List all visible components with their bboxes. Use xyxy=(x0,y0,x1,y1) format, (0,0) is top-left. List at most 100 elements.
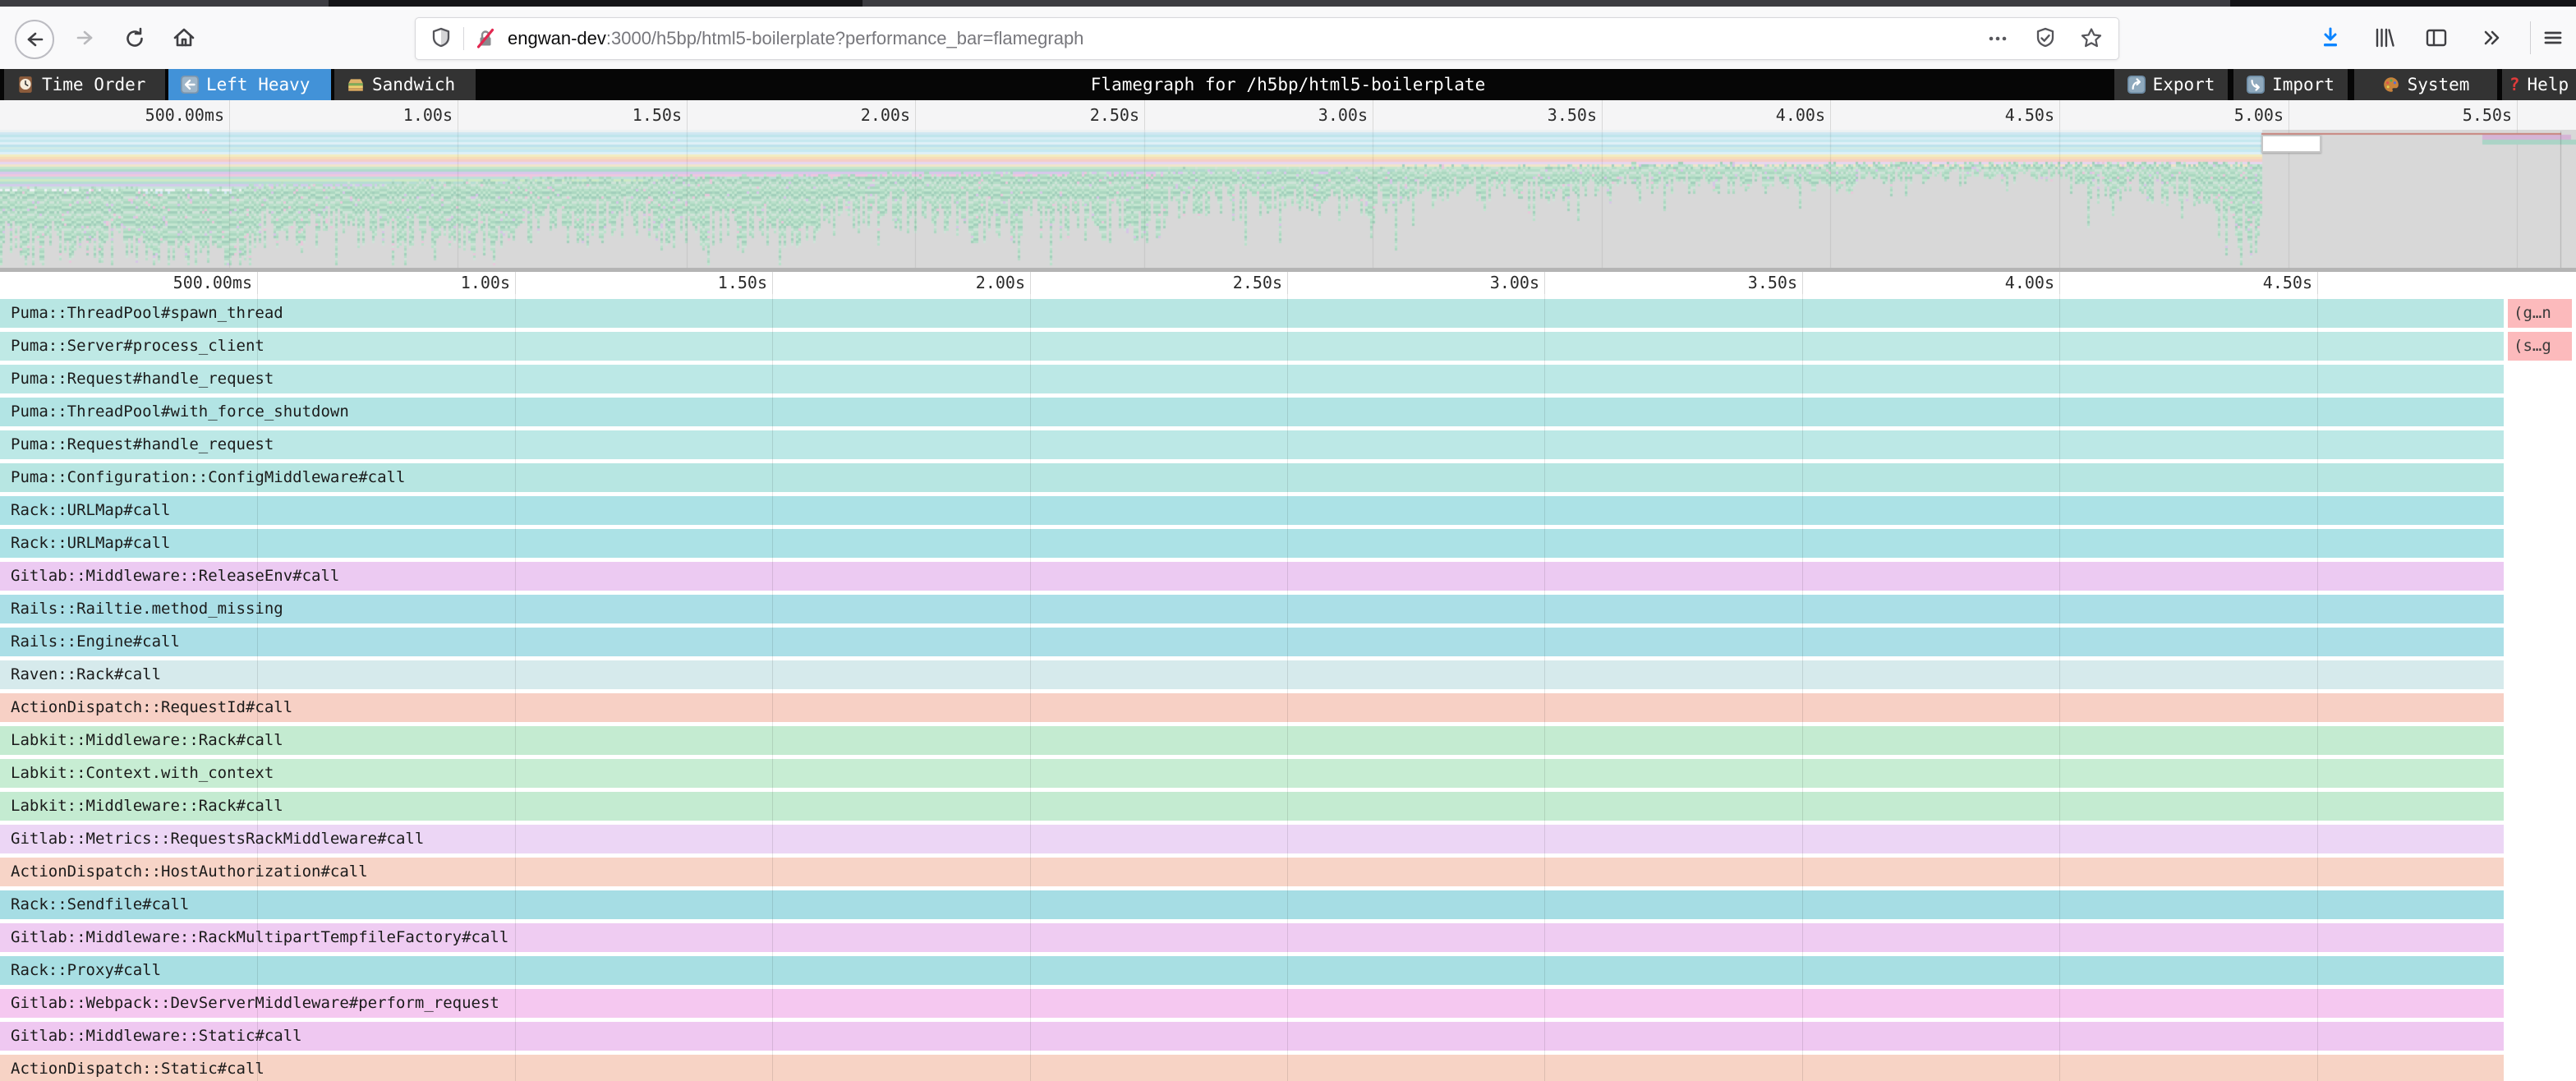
flame-frame[interactable]: Labkit::Middleware::Rack#call xyxy=(0,726,2504,755)
flame-frame[interactable]: Puma::Configuration::ConfigMiddleware#ca… xyxy=(0,463,2504,492)
flame-frame-label: Rails::Engine#call xyxy=(0,632,180,651)
flame-frame[interactable]: Puma::Server#process_client xyxy=(0,332,2504,361)
system-theme-button[interactable]: System xyxy=(2354,69,2497,100)
export-icon xyxy=(2128,76,2146,94)
ruler-tick-line xyxy=(2317,272,2318,294)
overflow-menu-button[interactable] xyxy=(2472,20,2509,56)
flame-frame-label: Gitlab::Middleware::RackMultipartTempfil… xyxy=(0,928,508,946)
ruler-tick-label: 3.00s xyxy=(1359,272,1539,294)
main-ruler: 500.00ms1.00s1.50s2.00s2.50s3.00s3.50s4.… xyxy=(0,272,2576,294)
page-title: Flamegraph for /h5bp/html5-boilerplate xyxy=(1091,69,1485,100)
ruler-tick-line xyxy=(1030,272,1031,294)
flame-frame[interactable]: Labkit::Context.with_context xyxy=(0,759,2504,788)
export-button[interactable]: Export xyxy=(2114,69,2228,100)
ruler-tick-line xyxy=(1802,272,1803,294)
flame-frame-label: Gitlab::Webpack::DevServerMiddleware#per… xyxy=(0,994,499,1012)
flame-frame-gc[interactable]: (s…g xyxy=(2508,332,2572,361)
ruler-tick-label: 1.00s xyxy=(329,272,510,294)
flame-frame-gc[interactable]: (g…n xyxy=(2508,299,2572,328)
page-actions-icon[interactable] xyxy=(1985,26,2010,51)
flame-frame[interactable]: Rack::URLMap#call xyxy=(0,496,2504,525)
minimap-viewport[interactable] xyxy=(2261,135,2321,153)
ruler-tick-label: 1.50s xyxy=(501,100,682,130)
flame-frame[interactable]: Raven::Rack#call xyxy=(0,660,2504,689)
flame-frame[interactable]: ActionDispatch::Static#call xyxy=(0,1055,2504,1081)
flame-frame-label: ActionDispatch::Static#call xyxy=(0,1060,264,1078)
help-button[interactable]: ? Help xyxy=(2502,69,2576,100)
ruler-tick-line xyxy=(915,100,916,130)
download-icon xyxy=(2318,25,2343,50)
flame-row: Puma::ThreadPool#with_force_shutdown xyxy=(0,398,2576,426)
ruler-tick-label: 500.00ms xyxy=(71,272,252,294)
ruler-tick-label: 5.50s xyxy=(2331,100,2512,130)
insecure-lock-icon[interactable] xyxy=(473,26,498,51)
minimap[interactable] xyxy=(0,130,2576,268)
flame-frame[interactable]: Gitlab::Middleware::Static#call xyxy=(0,1022,2504,1051)
palette-icon xyxy=(2382,76,2400,94)
ruler-tick-line xyxy=(1830,100,1831,130)
flame-frame[interactable]: Rails::Engine#call xyxy=(0,628,2504,656)
ruler-tick-label: 4.50s xyxy=(1874,100,2054,130)
sidebar-icon xyxy=(2424,25,2449,50)
flame-frame[interactable]: Puma::ThreadPool#with_force_shutdown xyxy=(0,398,2504,426)
import-button[interactable]: Import xyxy=(2233,69,2348,100)
flame-frame-label: Puma::Configuration::ConfigMiddleware#ca… xyxy=(0,468,405,486)
flame-frame[interactable]: Rack::Sendfile#call xyxy=(0,890,2504,919)
flame-frame-label: Gitlab::Metrics::RequestsRackMiddleware#… xyxy=(0,830,424,848)
url-host: engwan-dev xyxy=(508,28,606,48)
tab-label: Sandwich xyxy=(372,75,455,94)
flame-frame[interactable]: Gitlab::Metrics::RequestsRackMiddleware#… xyxy=(0,825,2504,853)
flame-frame[interactable]: Labkit::Middleware::Rack#call xyxy=(0,792,2504,821)
reload-button[interactable] xyxy=(117,20,153,56)
flame-row: Puma::Server#process_client (s…g xyxy=(0,332,2576,361)
left-arrow-icon xyxy=(181,76,199,94)
flame-row: Gitlab::Webpack::DevServerMiddleware#per… xyxy=(0,989,2576,1018)
url-path: :3000/h5bp/html5-boilerplate?performance… xyxy=(606,28,1084,48)
ruler-tick-line xyxy=(687,100,688,130)
clock-icon xyxy=(16,76,34,94)
flame-frame[interactable]: ActionDispatch::HostAuthorization#call xyxy=(0,858,2504,886)
tracking-shield-icon[interactable] xyxy=(429,26,453,51)
flame-frame[interactable]: Puma::Request#handle_request xyxy=(0,365,2504,393)
tab-sandwich[interactable]: Sandwich xyxy=(334,69,476,100)
flame-frame[interactable]: Rack::URLMap#call xyxy=(0,529,2504,558)
flame-row: Raven::Rack#call xyxy=(0,660,2576,689)
flame-frame[interactable]: Rails::Railtie.method_missing xyxy=(0,595,2504,623)
library-button[interactable] xyxy=(2366,20,2402,56)
flame-frame[interactable]: Rack::Proxy#call xyxy=(0,956,2504,985)
flame-frame[interactable]: Puma::Request#handle_request xyxy=(0,430,2504,459)
flame-row: ActionDispatch::HostAuthorization#call xyxy=(0,858,2576,886)
sandwich-icon xyxy=(347,76,365,94)
flame-frame[interactable]: Gitlab::Middleware::RackMultipartTempfil… xyxy=(0,923,2504,952)
flame-row: Labkit::Middleware::Rack#call xyxy=(0,726,2576,755)
flame-frame[interactable]: Gitlab::Middleware::ReleaseEnv#call xyxy=(0,562,2504,591)
flame-frame-label: Labkit::Context.with_context xyxy=(0,764,274,782)
tab-left-heavy[interactable]: Left Heavy xyxy=(168,69,331,100)
sidebar-button[interactable] xyxy=(2418,20,2454,56)
forward-button[interactable] xyxy=(67,20,104,56)
url-text[interactable]: engwan-dev:3000/h5bp/html5-boilerplate?p… xyxy=(508,18,1083,59)
tab-time-order[interactable]: Time Order xyxy=(4,69,165,100)
tab-label: Left Heavy xyxy=(206,75,310,94)
hamburger-icon xyxy=(2541,25,2565,50)
downloads-button[interactable] xyxy=(2312,20,2348,56)
flame-frame-label: Puma::Server#process_client xyxy=(0,337,264,355)
ruler-tick-line xyxy=(1544,272,1545,294)
minimap-canvas[interactable] xyxy=(0,130,2576,268)
flame-frame-label: Rails::Railtie.method_missing xyxy=(0,600,283,618)
flame-frame[interactable]: Gitlab::Webpack::DevServerMiddleware#per… xyxy=(0,989,2504,1018)
minimap-ruler: 500.00ms1.00s1.50s2.00s2.50s3.00s3.50s4.… xyxy=(0,100,2576,130)
flamegraph-view[interactable]: Puma::ThreadPool#spawn_thread(g…nPuma::S… xyxy=(0,294,2576,1081)
bookmark-star-icon[interactable] xyxy=(2079,26,2104,51)
flame-frame[interactable]: Puma::ThreadPool#spawn_thread xyxy=(0,299,2504,328)
button-label: System xyxy=(2408,75,2470,94)
flame-frame[interactable]: ActionDispatch::RequestId#call xyxy=(0,693,2504,722)
browser-tabstrip[interactable] xyxy=(0,0,2576,7)
app-menu-button[interactable] xyxy=(2535,20,2571,56)
back-button[interactable] xyxy=(15,20,54,59)
flame-row: Gitlab::Middleware::Static#call xyxy=(0,1022,2576,1051)
flame-row: Rails::Engine#call xyxy=(0,628,2576,656)
protections-badge-icon[interactable] xyxy=(2033,26,2058,51)
home-button[interactable] xyxy=(166,20,202,56)
url-bar[interactable]: engwan-dev:3000/h5bp/html5-boilerplate?p… xyxy=(415,17,2119,60)
